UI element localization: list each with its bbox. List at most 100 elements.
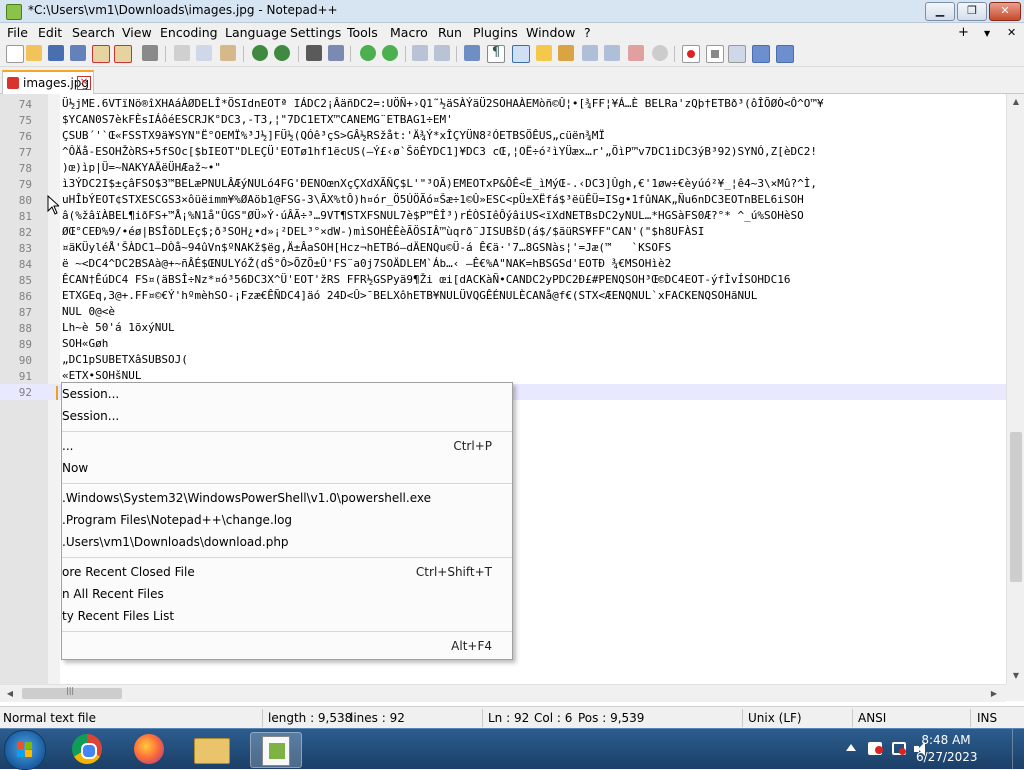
editor-line[interactable]: 85 ÊCAN†ÊúDC4 FS¤(äBSÎ÷Nz*¤ó³56DC3X^Ü'EOT… [0,272,1006,288]
menu-language[interactable]: Language [225,25,287,40]
start-button[interactable] [4,730,46,770]
menu-window[interactable]: Window [526,25,575,40]
monitoring-icon[interactable] [628,45,644,61]
menu-item-empty-recent-list[interactable]: ty Recent Files List [62,605,512,627]
function-list-icon[interactable] [582,45,598,61]
replace-icon[interactable] [328,45,344,61]
close-all-icon[interactable] [114,45,132,63]
network-icon[interactable] [892,742,906,755]
editor-line[interactable]: 83 ¤äKÜyléÅ'ŠÀDC1—DÒå~94ûVn$ºNAKž$ëg,Ä±Âa… [0,240,1006,256]
editor-line[interactable]: 86 ETXGEq,3@+.FF¤©€Ý'hºmèhSO-¡Fzæ€ÊÑDC4]ä… [0,288,1006,304]
redo-icon[interactable] [274,45,290,61]
scroll-left-icon[interactable]: ◀ [2,685,18,702]
save-icon[interactable] [48,45,64,61]
stop-macro-icon[interactable] [706,45,724,63]
record-macro-icon[interactable] [682,45,700,63]
open-file-icon[interactable] [26,45,42,61]
menu-edit[interactable]: Edit [38,25,62,40]
minimize-button[interactable]: ▁ [925,2,955,21]
menu-item-print-now[interactable]: Now [62,457,512,479]
status-insert-mode[interactable]: INS [977,711,997,725]
editor-line[interactable]: 74 Ü½jME.6VTïNö®îXHAáÀØDELÎ*ÖSIdnEOTª IÁD… [0,96,1006,112]
scroll-right-icon[interactable]: ▶ [986,685,1002,702]
menu-item-open-all-recent[interactable]: n All Recent Files [62,583,512,605]
save-all-icon[interactable] [70,45,86,61]
taskbar-file-explorer[interactable] [186,732,236,766]
all-chars-icon[interactable]: ¶ [487,45,505,63]
zoom-in-icon[interactable] [360,45,376,61]
find-icon[interactable] [306,45,322,61]
undo-icon[interactable] [252,45,268,61]
menu-item-save-session[interactable]: Session... [62,405,512,427]
print-icon[interactable] [142,45,158,61]
close-document-icon[interactable]: ✕ [1007,26,1016,39]
sync-v-icon[interactable] [412,45,428,61]
menu-settings[interactable]: Settings [290,25,341,40]
editor-line[interactable]: 81 â(%žâïÀBEL¶iðFS+™Å¡%N1å"ÛGS"ØÜ»Ý·úÂÃ÷³… [0,208,1006,224]
add-icon[interactable]: + [958,25,969,40]
menu-search[interactable]: Search [72,25,115,40]
run-macro-multiple-icon[interactable] [752,45,770,63]
menu-tools[interactable]: Tools [347,25,378,40]
view-icon[interactable] [652,45,668,61]
scroll-down-icon[interactable]: ▼ [1007,668,1024,684]
taskbar-notepad-plus-plus[interactable] [250,732,302,768]
horizontal-scrollbar[interactable]: ◀ ||| ▶ [0,684,1006,702]
editor-line[interactable]: 87 NUL 0@<è [0,304,1006,320]
editor-line[interactable]: 88 Lh~è 50'á 1õxýNUL [0,320,1006,336]
clock[interactable]: 8:48 AM 6/27/2023 [916,732,978,766]
menu-file[interactable]: File [7,25,28,40]
status-eol[interactable]: Unix (LF) [748,711,802,725]
doc-map-icon[interactable] [558,45,574,61]
editor-line[interactable]: 84 ë ~<DC4^DC2BSAà@+~ñÂÉ$ŒNULYóŽ(dŠ°Ô>ÕZÕ… [0,256,1006,272]
taskbar-chrome[interactable] [62,732,112,766]
taskbar-firefox[interactable] [124,732,174,766]
word-wrap-icon[interactable] [464,45,480,61]
udl-icon[interactable] [536,45,552,61]
menu-help[interactable]: ? [584,25,591,40]
new-file-icon[interactable] [6,45,24,63]
show-hidden-icons-icon[interactable] [846,744,856,751]
menu-item-restore-recent-closed[interactable]: ore Recent Closed File Ctrl+Shift+T [62,561,512,583]
menu-macro[interactable]: Macro [390,25,428,40]
menu-item-load-session[interactable]: Session... [56,383,512,405]
tab-close-icon[interactable]: ✕ [77,76,91,90]
menu-encoding[interactable]: Encoding [160,25,218,40]
vertical-scrollbar[interactable]: ▲ ▼ [1006,94,1024,684]
editor-line[interactable]: 80 uHÎbÝEOT¢STXESCGS3×ôüëimm¥%ØAöb1@FSG-3… [0,192,1006,208]
vertical-scroll-thumb[interactable] [1010,432,1022,582]
sync-h-icon[interactable] [434,45,450,61]
action-center-icon[interactable] [868,742,883,755]
editor-line[interactable]: 90 „DC1pSUBETXâSUBSOJ( [0,352,1006,368]
editor-line[interactable]: 79 ì3ÝDC2I$±çâFSO$3™BELæPNULÂÆýNULó4FG'ÐE… [0,176,1006,192]
menu-plugins[interactable]: Plugins [473,25,518,40]
paste-icon[interactable] [220,45,236,61]
scroll-up-icon[interactable]: ▲ [1007,94,1024,110]
status-encoding[interactable]: ANSI [858,711,886,725]
menu-item-recent-file-3[interactable]: .Users\vm1\Downloads\download.php [62,531,512,553]
editor-line[interactable]: 78)œ)ìp|Ü=~NAKYAÄëÜHÆaž~•" [0,160,1006,176]
chevron-down-icon[interactable]: ▼ [984,29,990,38]
zoom-out-icon[interactable] [382,45,398,61]
play-macro-icon[interactable] [728,45,746,63]
editor-line[interactable]: 76 ÇSUB´'`Œ«FSSTX9ä¥SYN"Ë°OEMÏ%³J½]FÜ½(QÓ… [0,128,1006,144]
cut-icon[interactable] [174,45,190,61]
editor-line[interactable]: 77 ^ÔÄå-ESOHŽòRS+5fSOc[$bIEOT"DLEÇÜ'EOTø1… [0,144,1006,160]
folder-workspace-icon[interactable] [604,45,620,61]
show-desktop-button[interactable] [1012,729,1024,769]
editor-line[interactable]: 89 SOH«Gøh [0,336,1006,352]
indent-guide-icon[interactable] [512,45,530,63]
tab-images-jpg[interactable]: images.jpg ✕ [2,70,94,94]
menu-item-print[interactable]: ... Ctrl+P [62,435,512,457]
menu-view[interactable]: View [122,25,152,40]
close-icon[interactable] [92,45,110,63]
menu-item-recent-file-1[interactable]: .Windows\System32\WindowsPowerShell\v1.0… [62,487,512,509]
menu-run[interactable]: Run [438,25,462,40]
copy-icon[interactable] [196,45,212,61]
save-macro-icon[interactable] [776,45,794,63]
editor-line[interactable]: 82 ØŒ°CEÐ%9/•éø|BSÎõDLEç$;ð³SOH¿•d»¡²DEL³… [0,224,1006,240]
editor-line[interactable]: 75 $YCAN0S7èkFÈsIÁôéESCRJK°DC3,-T3,¦"7DC1… [0,112,1006,128]
menu-item-exit[interactable]: Alt+F4 [62,635,512,657]
close-button[interactable]: ✕ [989,2,1021,21]
menu-item-recent-file-2[interactable]: .Program Files\Notepad++\change.log [62,509,512,531]
